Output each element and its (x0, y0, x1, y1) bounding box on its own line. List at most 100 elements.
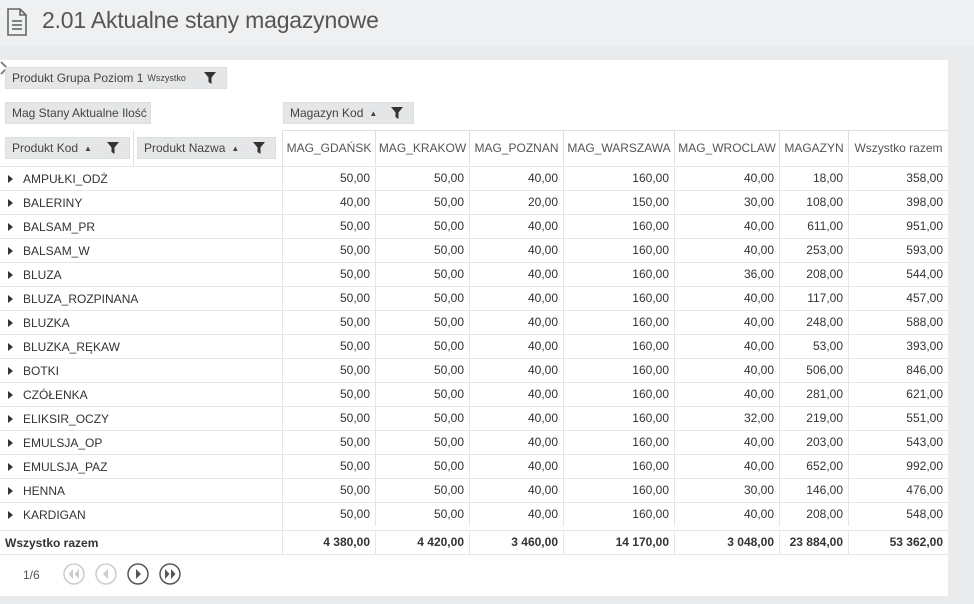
table-cell: 40,00 (469, 215, 563, 238)
expand-arrow-icon[interactable] (8, 391, 13, 399)
table-cell: 398,00 (848, 191, 948, 214)
table-cell: 40,00 (469, 239, 563, 262)
column-header[interactable]: MAG_POZNAN (469, 131, 563, 165)
filter-icon[interactable] (253, 142, 265, 154)
filter-icon[interactable] (391, 107, 403, 119)
measure-chip[interactable]: Mag Stany Aktualne Ilość (5, 102, 151, 124)
table-cell: 50,00 (375, 287, 469, 310)
column-header[interactable]: MAG_GDAŃSK (282, 131, 375, 165)
row-label: BALSAM_W (23, 244, 90, 258)
expand-arrow-icon[interactable] (8, 295, 13, 303)
table-cell: 40,00 (674, 383, 779, 406)
table-cell: 50,00 (282, 263, 375, 286)
row-label: HENNA (23, 484, 66, 498)
previous-page-button[interactable] (95, 563, 117, 585)
table-row[interactable]: BALSAM_W 50,00 50,00 40,00 160,00 40,00 253,00… (0, 238, 948, 262)
table-cell: 50,00 (375, 431, 469, 454)
table-cell: 160,00 (563, 383, 674, 406)
expand-arrow-icon[interactable] (8, 487, 13, 495)
row-field-code-chip[interactable]: Produkt Kod ▲ (5, 137, 130, 159)
table-cell: 248,00 (779, 311, 848, 334)
table-row[interactable]: BALSAM_PR 50,00 50,00 40,00 160,00 40,00 611,0… (0, 214, 948, 238)
next-page-button[interactable] (127, 563, 149, 585)
table-row[interactable]: ELIKSIR_OCZY 50,00 50,00 40,00 160,00 32,00 21… (0, 406, 948, 430)
table-row[interactable]: BALERINY 40,00 50,00 20,00 150,00 30,00 108,00… (0, 190, 948, 214)
expand-arrow-icon[interactable] (8, 247, 13, 255)
page-indicator: 1/6 (23, 568, 40, 582)
column-header[interactable]: Wszystko razem (848, 131, 948, 165)
table-bottom-border (0, 554, 948, 555)
expand-arrow-icon[interactable] (8, 223, 13, 231)
expand-arrow-icon[interactable] (8, 511, 13, 519)
last-page-button[interactable] (159, 563, 181, 585)
table-row[interactable]: BLUZKA_RĘKAW 50,00 50,00 40,00 160,00 40,00 53… (0, 334, 948, 358)
table-cell: 621,00 (848, 383, 948, 406)
table-row[interactable]: BLUZKA 50,00 50,00 40,00 160,00 40,00 248,00 58… (0, 310, 948, 334)
column-header[interactable]: MAG_WARSZAWA (563, 131, 674, 165)
table-cell: 50,00 (282, 479, 375, 502)
table-row[interactable]: HENNA 50,00 50,00 40,00 160,00 30,00 146,00 476… (0, 478, 948, 502)
table-cell: 20,00 (469, 191, 563, 214)
expand-arrow-icon[interactable] (8, 415, 13, 423)
expand-arrow-icon[interactable] (8, 175, 13, 183)
table-row[interactable]: BOTKI 50,00 50,00 40,00 160,00 40,00 506,00 846… (0, 358, 948, 382)
table-cell: 50,00 (375, 191, 469, 214)
sort-ascending-icon[interactable]: ▲ (84, 144, 92, 153)
column-header[interactable]: MAG_KRAKOW (375, 131, 469, 165)
expand-arrow-icon[interactable] (8, 439, 13, 447)
column-field-chip[interactable]: Magazyn Kod ▲ (283, 102, 414, 124)
table-cell: 160,00 (563, 407, 674, 430)
table-cell: 846,00 (848, 359, 948, 382)
table-cell: 40,00 (469, 287, 563, 310)
table-cell: 544,00 (848, 263, 948, 286)
table-cell: 611,00 (779, 215, 848, 238)
table-cell: 160,00 (563, 287, 674, 310)
row-label: EMULSJA_OP (23, 436, 103, 450)
column-header[interactable]: MAGAZYN (779, 131, 848, 165)
expand-arrow-icon[interactable] (8, 367, 13, 375)
expand-arrow-icon[interactable] (8, 343, 13, 351)
total-cell: 3 048,00 (674, 531, 779, 554)
table-row[interactable]: CZÓŁENKA 50,00 50,00 40,00 160,00 40,00 281,00… (0, 382, 948, 406)
expand-arrow-icon[interactable] (8, 199, 13, 207)
table-cell: 50,00 (375, 407, 469, 430)
row-field-name-chip[interactable]: Produkt Nazwa ▲ (137, 137, 276, 159)
table-row[interactable]: EMULSJA_OP 50,00 50,00 40,00 160,00 40,00 203,… (0, 430, 948, 454)
table-cell: 160,00 (563, 335, 674, 358)
table-cell: 32,00 (674, 407, 779, 430)
table-cell: 219,00 (779, 407, 848, 430)
table-cell: 40,00 (469, 479, 563, 502)
column-header[interactable]: MAG_WROCLAW (674, 131, 779, 165)
row-label: BLUZKA_RĘKAW (23, 340, 120, 354)
table-cell: 50,00 (375, 335, 469, 358)
table-row[interactable]: BLUZA_ROZPINANA 50,00 50,00 40,00 160,00 40,0… (0, 286, 948, 310)
table-cell: 208,00 (779, 263, 848, 286)
row-label: KARDIGAN (23, 508, 86, 522)
expand-arrow-icon[interactable] (8, 463, 13, 471)
table-cell: 253,00 (779, 239, 848, 262)
expand-arrow-icon[interactable] (8, 319, 13, 327)
filter-icon[interactable] (204, 72, 216, 84)
table-cell: 40,00 (469, 167, 563, 190)
row-label: BLUZKA (23, 316, 70, 330)
expand-arrow-icon[interactable] (8, 271, 13, 279)
table-cell: 951,00 (848, 215, 948, 238)
table-cell: 30,00 (674, 479, 779, 502)
group-filter-chip[interactable]: Produkt Grupa Poziom 1 Wszystko (5, 67, 227, 89)
table-cell: 50,00 (282, 407, 375, 430)
table-row[interactable]: AMPUŁKI_ODŻ 50,00 50,00 40,00 160,00 40,00 18,… (0, 166, 948, 190)
table-row[interactable]: EMULSJA_PAZ 50,00 50,00 40,00 160,00 40,00 652… (0, 454, 948, 478)
table-cell: 40,00 (469, 407, 563, 430)
total-label: Wszystko razem (5, 536, 99, 550)
first-page-button[interactable] (63, 563, 85, 585)
table-cell: 992,00 (848, 455, 948, 478)
sort-ascending-icon[interactable]: ▲ (369, 109, 377, 118)
column-field-label: Magazyn Kod (290, 106, 364, 120)
table-cell: 476,00 (848, 479, 948, 502)
table-row[interactable]: BLUZA 50,00 50,00 40,00 160,00 36,00 208,00 544… (0, 262, 948, 286)
table-cell: 117,00 (779, 287, 848, 310)
table-row[interactable]: KARDIGAN 50,00 50,00 40,00 160,00 40,00 208,00… (0, 502, 948, 526)
filter-icon[interactable] (107, 142, 119, 154)
sort-ascending-icon[interactable]: ▲ (231, 144, 239, 153)
table-cell: 50,00 (282, 287, 375, 310)
